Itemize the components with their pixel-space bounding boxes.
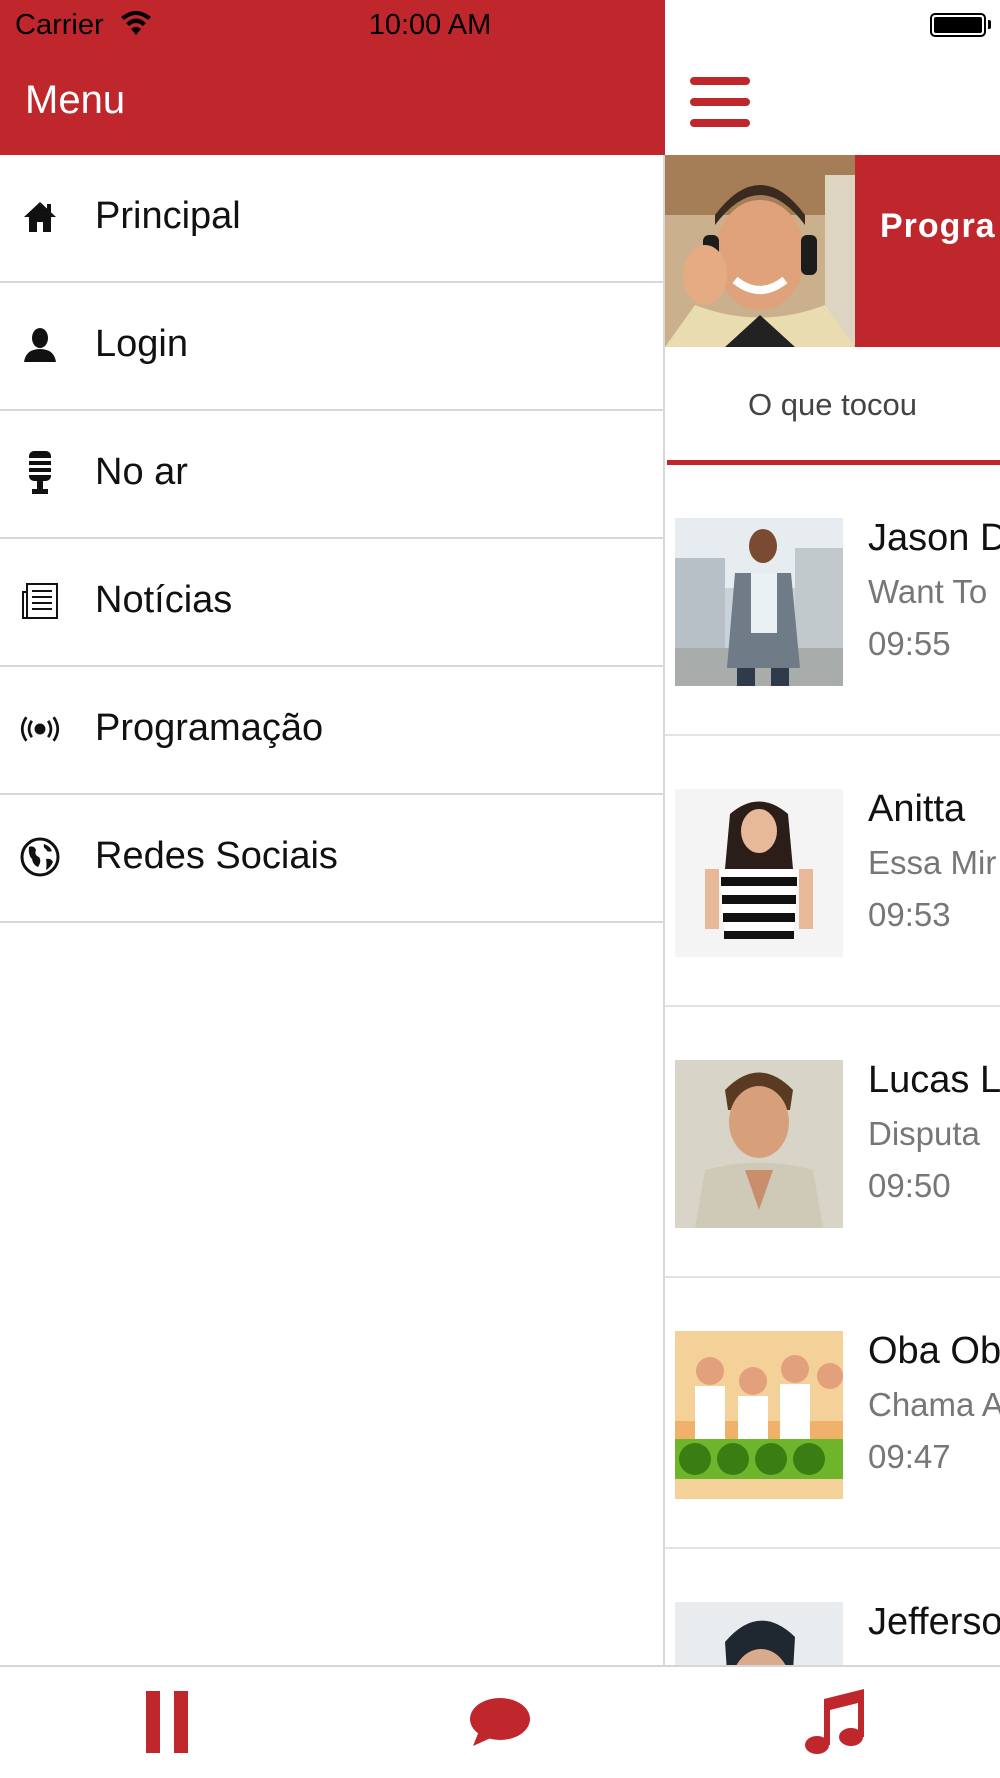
- track-item[interactable]: Jefferso: [665, 1549, 1000, 1665]
- track-item[interactable]: Anitta Essa Mir 09:53: [665, 736, 1000, 1007]
- chat-icon: [470, 1698, 530, 1746]
- menu-item-label: Redes Sociais: [95, 835, 338, 877]
- menu-item-label: Programação: [95, 707, 324, 749]
- bottom-tab-bar: [0, 1665, 1000, 1778]
- track-item[interactable]: Jason D Want To 09:55: [665, 465, 1000, 736]
- clock: 10:00 AM: [368, 9, 492, 41]
- tab-o-que-tocou[interactable]: O que tocou: [665, 347, 1000, 465]
- track-list: Jason D Want To 09:55 Anitta Essa Mir 09…: [665, 465, 1000, 1665]
- microphone-icon: [20, 451, 60, 494]
- track-time: 09:53: [868, 896, 951, 933]
- track-item[interactable]: Lucas L Disputa 09:50: [665, 1007, 1000, 1278]
- drawer-menu: Principal Login No ar Notícias Programaç…: [0, 155, 665, 923]
- menu-item-principal[interactable]: Principal: [0, 155, 665, 283]
- track-thumbnail: [675, 789, 843, 957]
- banner-title: Progra: [880, 207, 996, 245]
- track-time: 09:50: [868, 1167, 951, 1204]
- main-top-bar: [665, 50, 1000, 155]
- music-button[interactable]: [795, 1687, 875, 1757]
- pause-icon: [146, 1691, 188, 1753]
- menu-item-redes-sociais[interactable]: Redes Sociais: [0, 795, 665, 923]
- track-thumbnail: [675, 1060, 843, 1228]
- menu-item-no-ar[interactable]: No ar: [0, 411, 665, 539]
- track-artist: Jefferso: [868, 1601, 1000, 1643]
- track-song: Disputa: [868, 1115, 980, 1152]
- battery-tip: [988, 20, 991, 29]
- drawer-header: Carrier 10:00 AM Menu: [0, 0, 665, 155]
- home-icon: [20, 197, 60, 237]
- music-note-icon: [805, 1689, 864, 1754]
- track-time: 09:47: [868, 1438, 951, 1475]
- menu-item-login[interactable]: Login: [0, 283, 665, 411]
- newspaper-icon: [20, 581, 60, 621]
- status-bar-right: [665, 0, 1000, 50]
- chat-button[interactable]: [460, 1687, 540, 1757]
- globe-icon: [20, 837, 60, 877]
- tab-label: O que tocou: [748, 387, 917, 422]
- track-artist: Jason D: [868, 517, 1000, 559]
- track-time: 09:55: [868, 625, 951, 662]
- menu-item-noticias[interactable]: Notícias: [0, 539, 665, 667]
- drawer-title: Menu: [25, 78, 126, 122]
- menu-item-label: No ar: [95, 451, 188, 493]
- host-photo: [665, 155, 855, 347]
- track-thumbnail: [675, 1331, 843, 1499]
- user-icon: [20, 325, 60, 365]
- menu-item-label: Notícias: [95, 579, 233, 621]
- program-banner[interactable]: Progra: [665, 155, 1000, 347]
- pause-button[interactable]: [127, 1687, 207, 1757]
- track-artist: Anitta: [868, 788, 966, 830]
- track-artist: Oba Oba: [868, 1330, 1000, 1372]
- track-song: Chama A: [868, 1386, 1000, 1423]
- main-content: Progra O que tocou Jason D Want To 09:55…: [665, 0, 1000, 1665]
- hamburger-menu-icon[interactable]: [690, 77, 750, 127]
- track-artist: Lucas L: [868, 1059, 1000, 1101]
- track-thumbnail: [675, 1602, 843, 1665]
- status-bar: Carrier 10:00 AM: [0, 0, 665, 50]
- menu-item-label: Principal: [95, 195, 241, 237]
- navigation-drawer: Carrier 10:00 AM Menu Principal Login No…: [0, 0, 665, 1665]
- broadcast-icon: [20, 709, 60, 749]
- track-song: Essa Mir: [868, 844, 997, 881]
- track-item[interactable]: Oba Oba Chama A 09:47: [665, 1278, 1000, 1549]
- track-song: Want To: [868, 573, 988, 610]
- menu-item-label: Login: [95, 323, 188, 365]
- menu-item-programacao[interactable]: Programação: [0, 667, 665, 795]
- track-thumbnail: [675, 518, 843, 686]
- battery-icon: [930, 13, 986, 37]
